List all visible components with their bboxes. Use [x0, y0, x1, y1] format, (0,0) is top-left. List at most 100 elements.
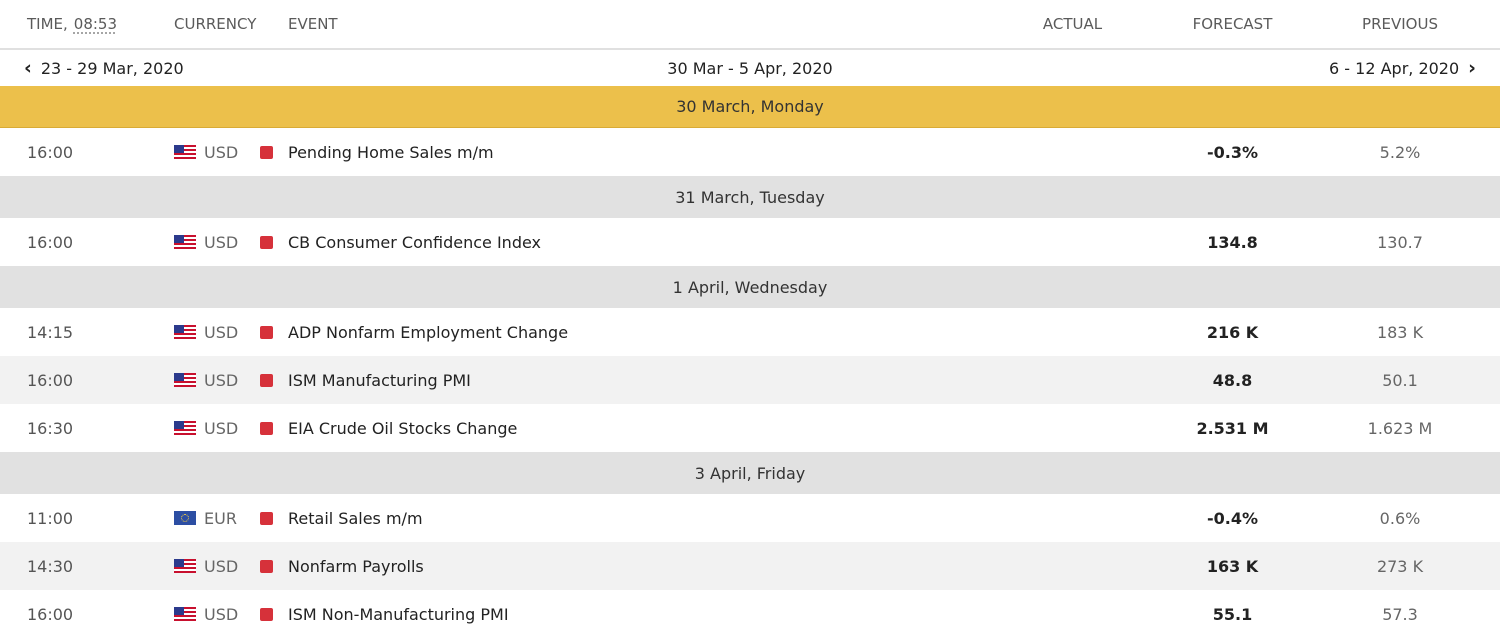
event-time: 11:00	[27, 508, 74, 528]
high-impact-icon	[260, 421, 273, 435]
event-forecast: -0.4%	[1206, 508, 1258, 528]
event-actual	[1020, 128, 1125, 176]
day-label: 31 March, Tuesday	[675, 187, 825, 207]
event-previous: 5.2%	[1379, 142, 1421, 162]
event-time: 14:30	[27, 556, 74, 576]
event-previous: 1.623 M	[1367, 418, 1433, 438]
event-time: 16:00	[27, 142, 74, 162]
day-row: 31 March, Tuesday	[0, 176, 1500, 218]
table-row[interactable]: 11:00 EUR Retail Sales m/m -0.4% 0.6%	[0, 494, 1500, 542]
chevron-left-icon: ‹	[24, 56, 32, 79]
event-name: EIA Crude Oil Stocks Change	[288, 418, 518, 438]
high-impact-icon	[260, 511, 273, 525]
event-previous: 57.3	[1382, 604, 1418, 624]
time-label: TIME,	[27, 15, 68, 33]
previous-week-link[interactable]: ‹ 23 - 29 Mar, 2020	[24, 50, 184, 86]
event-actual	[1020, 590, 1125, 638]
event-actual	[1020, 356, 1125, 404]
table-row[interactable]: 16:00 USD ISM Manufacturing PMI 48.8 50.1	[0, 356, 1500, 404]
currency-column-header: CURRENCY	[174, 15, 257, 33]
event-actual	[1020, 542, 1125, 590]
currency-code: USD	[204, 418, 239, 438]
event-actual	[1020, 308, 1125, 356]
event-forecast: 163 K	[1206, 556, 1259, 576]
event-time: 16:00	[27, 370, 74, 390]
day-row: 1 April, Wednesday	[0, 266, 1500, 308]
event-previous: 0.6%	[1379, 508, 1421, 528]
event-currency: EUR	[174, 494, 237, 542]
event-currency: USD	[174, 308, 238, 356]
event-name: ISM Manufacturing PMI	[288, 370, 471, 390]
currency-code: EUR	[204, 508, 237, 528]
event-forecast: -0.3%	[1206, 142, 1258, 162]
event-time: 16:00	[27, 232, 74, 252]
event-currency: USD	[174, 356, 238, 404]
event-name: Pending Home Sales m/m	[288, 142, 494, 162]
event-name-link[interactable]: Nonfarm Payrolls	[260, 542, 424, 590]
event-actual	[1020, 494, 1125, 542]
current-week-label: 30 Mar - 5 Apr, 2020	[667, 58, 833, 78]
event-previous: 183 K	[1376, 322, 1424, 342]
event-name: Retail Sales m/m	[288, 508, 423, 528]
event-name-link[interactable]: EIA Crude Oil Stocks Change	[260, 404, 517, 452]
next-week-label: 6 - 12 Apr, 2020	[1329, 58, 1460, 78]
us-flag-icon	[174, 235, 196, 249]
currency-code: USD	[204, 604, 239, 624]
table-row[interactable]: 16:00 USD CB Consumer Confidence Index 134.…	[0, 218, 1500, 266]
day-label: 1 April, Wednesday	[672, 277, 828, 297]
event-name-link[interactable]: Pending Home Sales m/m	[260, 128, 494, 176]
event-currency: USD	[174, 128, 238, 176]
event-name-link[interactable]: CB Consumer Confidence Index	[260, 218, 541, 266]
event-actual	[1020, 404, 1125, 452]
day-row: 3 April, Friday	[0, 452, 1500, 494]
event-forecast: 55.1	[1212, 604, 1253, 624]
event-currency: USD	[174, 542, 238, 590]
event-name-link[interactable]: Retail Sales m/m	[260, 494, 423, 542]
us-flag-icon	[174, 145, 196, 159]
day-label: 30 March, Monday	[676, 97, 824, 116]
event-name-link[interactable]: ISM Non-Manufacturing PMI	[260, 590, 509, 638]
event-currency: USD	[174, 218, 238, 266]
high-impact-icon	[260, 607, 273, 621]
previous-column-header: PREVIOUS	[1362, 15, 1438, 33]
week-navigation: ‹ 23 - 29 Mar, 2020 30 Mar - 5 Apr, 2020…	[0, 50, 1500, 86]
event-forecast: 48.8	[1212, 370, 1253, 390]
table-row[interactable]: 16:00 USD Pending Home Sales m/m -0.3% 5.2%	[0, 128, 1500, 176]
us-flag-icon	[174, 607, 196, 621]
event-time: 16:30	[27, 418, 74, 438]
event-forecast: 2.531 M	[1196, 418, 1269, 438]
table-row[interactable]: 14:30 USD Nonfarm Payrolls 163 K 273 K	[0, 542, 1500, 590]
event-currency: USD	[174, 404, 238, 452]
currency-code: USD	[204, 556, 239, 576]
us-flag-icon	[174, 421, 196, 435]
event-name-link[interactable]: ISM Manufacturing PMI	[260, 356, 471, 404]
next-week-link[interactable]: 6 - 12 Apr, 2020 ›	[1329, 50, 1476, 86]
currency-code: USD	[204, 232, 239, 252]
currency-code: USD	[204, 322, 239, 342]
high-impact-icon	[260, 373, 273, 387]
currency-code: USD	[204, 142, 239, 162]
actual-column-header: ACTUAL	[1042, 15, 1103, 33]
event-time: 16:00	[27, 604, 74, 624]
table-row[interactable]: 16:00 USD ISM Non-Manufacturing PMI 55.1 57.…	[0, 590, 1500, 638]
event-name-link[interactable]: ADP Nonfarm Employment Change	[260, 308, 568, 356]
high-impact-icon	[260, 559, 273, 573]
event-forecast: 134.8	[1207, 232, 1258, 252]
event-name: CB Consumer Confidence Index	[288, 232, 541, 252]
event-name: ISM Non-Manufacturing PMI	[288, 604, 509, 624]
high-impact-icon	[260, 235, 273, 249]
event-time: 14:15	[27, 322, 74, 342]
table-row[interactable]: 16:30 USD EIA Crude Oil Stocks Change 2.531…	[0, 404, 1500, 452]
forecast-column-header: FORECAST	[1192, 15, 1273, 33]
calendar-body: 30 March, Monday 16:00 USD Pending Home Sal…	[0, 86, 1500, 638]
event-previous: 273 K	[1376, 556, 1424, 576]
us-flag-icon	[174, 373, 196, 387]
event-previous: 130.7	[1377, 232, 1423, 252]
table-row[interactable]: 14:15 USD ADP Nonfarm Employment Change 216…	[0, 308, 1500, 356]
timezone-time-selector[interactable]: 08:53	[74, 15, 117, 33]
event-actual	[1020, 218, 1125, 266]
us-flag-icon	[174, 559, 196, 573]
day-row: 30 March, Monday	[0, 86, 1500, 128]
event-forecast: 216 K	[1206, 322, 1259, 342]
event-previous: 50.1	[1382, 370, 1418, 390]
